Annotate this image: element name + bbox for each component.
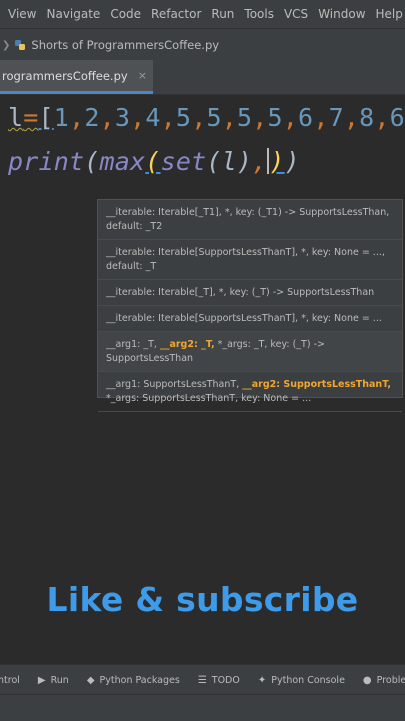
code-number: 5 bbox=[237, 103, 252, 132]
signature-row: __iterable: Iterable[_T], *, key: (_T) -… bbox=[98, 280, 402, 306]
tool-window-ntrol[interactable]: ntrol bbox=[0, 675, 20, 686]
menu-help[interactable]: Help bbox=[371, 7, 405, 21]
code-builtin: print bbox=[8, 147, 84, 176]
code-line-1: l=[1,2,3,4,5,5,5,5,6,7,8,6,9 bbox=[8, 103, 405, 132]
code-token: , bbox=[69, 103, 84, 132]
editor-tab-label: rogrammersCoffee.py bbox=[2, 69, 128, 83]
run-icon: ▶ bbox=[38, 675, 46, 686]
signature-text: __iterable: Iterable[_T1], *, key: (_T1)… bbox=[106, 207, 389, 232]
breadcrumb-file[interactable]: Shorts of ProgrammersCoffee.py bbox=[31, 38, 219, 52]
tool-window-python-console[interactable]: ✦ Python Console bbox=[258, 675, 345, 686]
code-builtin: max bbox=[100, 147, 146, 176]
signature-text: __arg1: _T, bbox=[106, 339, 160, 350]
menu-vcs[interactable]: VCS bbox=[279, 7, 313, 21]
signature-row: __iterable: Iterable[SupportsLessThanT],… bbox=[98, 240, 402, 280]
menu-view[interactable]: View bbox=[0, 7, 41, 21]
problems-icon: ● bbox=[363, 675, 372, 686]
code-paren: ( bbox=[206, 147, 221, 176]
signature-text: __iterable: Iterable[SupportsLessThanT],… bbox=[106, 247, 385, 272]
tool-window-label: Python Packages bbox=[100, 675, 180, 686]
tool-window-label: ntrol bbox=[0, 675, 20, 686]
tool-window-label: Python Console bbox=[271, 675, 345, 686]
tool-window-python-packages[interactable]: ◆ Python Packages bbox=[87, 675, 180, 686]
todo-icon: ☰ bbox=[198, 675, 207, 686]
signature-text: __iterable: Iterable[_T], *, key: (_T) -… bbox=[106, 287, 374, 298]
code-token: , bbox=[252, 103, 267, 132]
code-variable: l bbox=[222, 147, 237, 176]
code-number: 8 bbox=[359, 103, 374, 132]
signature-row: __iterable: Iterable[SupportsLessThanT],… bbox=[98, 306, 402, 332]
editor-tab-bar: rogrammersCoffee.py × bbox=[0, 60, 405, 95]
tool-window-todo[interactable]: ☰ TODO bbox=[198, 675, 240, 686]
editor-tab[interactable]: rogrammersCoffee.py × bbox=[0, 60, 153, 94]
code-variable: l bbox=[8, 103, 23, 132]
code-paren: ( bbox=[84, 147, 99, 176]
code-number: 2 bbox=[84, 103, 99, 132]
code-number: 6 bbox=[298, 103, 313, 132]
signature-row: __iterable: Iterable[_T1], *, key: (_T1)… bbox=[98, 200, 402, 240]
packages-icon: ◆ bbox=[87, 675, 95, 686]
code-number: 3 bbox=[115, 103, 130, 132]
signature-text: *_args: SupportsLessThanT, key: None = .… bbox=[106, 393, 311, 404]
tool-window-run[interactable]: ▶ Run bbox=[38, 675, 69, 686]
code-paren: ) bbox=[269, 147, 284, 176]
signature-current-param: __arg2: SupportsLessThanT, bbox=[242, 379, 391, 390]
signature-text: __iterable: Iterable[SupportsLessThanT],… bbox=[106, 313, 382, 324]
code-line-2: print(max(set(l),)) bbox=[8, 147, 300, 176]
code-number: 4 bbox=[145, 103, 160, 132]
code-builtin: set bbox=[161, 147, 207, 176]
code-token: , bbox=[313, 103, 328, 132]
code-comma: , bbox=[252, 147, 267, 176]
code-token: , bbox=[161, 103, 176, 132]
close-icon[interactable]: × bbox=[138, 69, 147, 82]
python-console-icon: ✦ bbox=[258, 675, 266, 686]
menu-refactor[interactable]: Refactor bbox=[146, 7, 206, 21]
signature-current-param: __arg2: _T, bbox=[160, 339, 215, 350]
menu-bar: View Navigate Code Refactor Run Tools VC… bbox=[0, 0, 405, 28]
python-file-icon bbox=[14, 39, 26, 51]
menu-window[interactable]: Window bbox=[313, 7, 370, 21]
tool-window-bar: ntrol ▶ Run ◆ Python Packages ☰ TODO ✦ Python Co… bbox=[0, 664, 405, 695]
code-number: 7 bbox=[329, 103, 344, 132]
menu-tools[interactable]: Tools bbox=[239, 7, 279, 21]
code-paren: ) bbox=[237, 147, 252, 176]
tool-window-problems[interactable]: ● Problems bbox=[363, 675, 405, 686]
code-token: , bbox=[191, 103, 206, 132]
chevron-right-icon: ❯ bbox=[2, 40, 10, 51]
code-bracket: [ bbox=[39, 103, 54, 132]
tool-window-label: Problems bbox=[377, 675, 405, 686]
tool-window-label: Run bbox=[51, 675, 69, 686]
code-number: 1 bbox=[54, 103, 69, 132]
code-token: , bbox=[130, 103, 145, 132]
code-operator: = bbox=[23, 103, 38, 132]
menu-navigate[interactable]: Navigate bbox=[41, 7, 105, 21]
parameter-info-popup: __iterable: Iterable[_T1], *, key: (_T1)… bbox=[97, 199, 403, 398]
code-number: 5 bbox=[206, 103, 221, 132]
code-token: , bbox=[344, 103, 359, 132]
menu-code[interactable]: Code bbox=[105, 7, 146, 21]
tool-window-label: TODO bbox=[212, 675, 240, 686]
code-token: , bbox=[222, 103, 237, 132]
code-number: 6 bbox=[390, 103, 405, 132]
code-token: , bbox=[283, 103, 298, 132]
code-number: 5 bbox=[268, 103, 283, 132]
signature-row: __arg1: SupportsLessThanT, __arg2: Suppo… bbox=[98, 372, 402, 412]
code-token: , bbox=[100, 103, 115, 132]
menu-run[interactable]: Run bbox=[206, 7, 239, 21]
code-paren: ) bbox=[285, 147, 300, 176]
breadcrumb: ❯ Shorts of ProgrammersCoffee.py bbox=[0, 28, 405, 62]
code-number: 5 bbox=[176, 103, 191, 132]
code-paren: ( bbox=[145, 147, 160, 176]
subscribe-overlay: Like & subscribe bbox=[0, 580, 405, 619]
status-bar bbox=[0, 694, 405, 721]
signature-row: __arg1: _T, __arg2: _T, *_args: _T, key:… bbox=[98, 332, 402, 372]
code-token: , bbox=[374, 103, 389, 132]
signature-text: __arg1: SupportsLessThanT, bbox=[106, 379, 242, 390]
